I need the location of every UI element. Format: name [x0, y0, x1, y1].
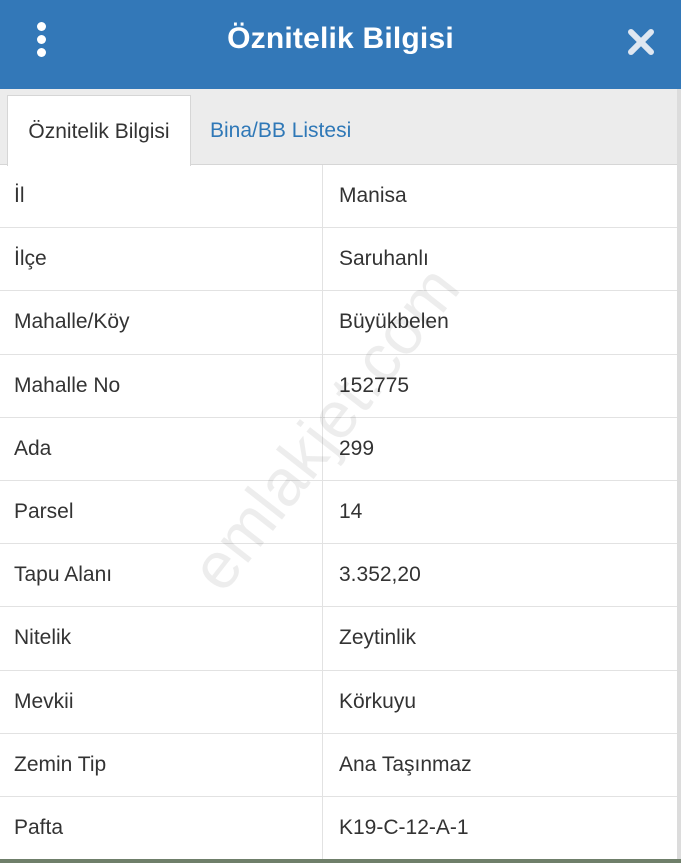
- row-label: Tapu Alanı: [14, 563, 113, 587]
- row-value: Körkuyu: [322, 670, 672, 733]
- table-row: Ada 299: [0, 417, 681, 481]
- tab-oznitelik-bilgisi[interactable]: Öznitelik Bilgisi: [7, 95, 191, 166]
- row-label: Zemin Tip: [14, 752, 107, 776]
- row-value: Büyükbelen: [322, 291, 672, 354]
- row-label: Mevkii: [14, 689, 74, 713]
- table-row: İlçe Saruhanlı: [0, 228, 681, 292]
- row-value: Zeytinlik: [322, 607, 672, 670]
- row-value: K19-C-12-A-1: [322, 796, 672, 861]
- row-value: 299: [322, 417, 672, 480]
- row-label: Ada: [14, 436, 52, 460]
- attribute-table: İl Manisa İlçe Saruhanlı Mahalle/Köy Büy…: [0, 165, 681, 861]
- app-header: Öznitelik Bilgisi: [0, 0, 681, 89]
- row-label: Mahalle/Köy: [14, 310, 130, 334]
- table-row: Zemin Tip Ana Taşınmaz: [0, 733, 681, 797]
- tab-bar: Öznitelik Bilgisi Bina/BB Listesi: [0, 89, 681, 166]
- scroll-edge: [677, 89, 681, 863]
- row-value: 152775: [322, 354, 672, 417]
- table-row: Mevkii Körkuyu: [0, 670, 681, 734]
- row-value: Ana Taşınmaz: [322, 733, 672, 796]
- table-row: Pafta K19-C-12-A-1: [0, 796, 681, 861]
- table-row: Mahalle/Köy Büyükbelen: [0, 291, 681, 355]
- bottom-divider: [0, 859, 681, 863]
- row-label: Parsel: [14, 500, 74, 524]
- row-value: Manisa: [322, 165, 672, 228]
- table-row: Tapu Alanı 3.352,20: [0, 544, 681, 608]
- row-label: İlçe: [14, 247, 47, 271]
- close-icon[interactable]: [625, 26, 657, 58]
- row-value: 14: [322, 480, 672, 544]
- table-row: Parsel 14: [0, 480, 681, 545]
- table-row: Nitelik Zeytinlik: [0, 607, 681, 671]
- table-row: Mahalle No 152775: [0, 354, 681, 418]
- page-title: Öznitelik Bilgisi: [227, 22, 454, 55]
- row-value: Saruhanlı: [322, 228, 672, 291]
- row-label: Pafta: [14, 816, 64, 840]
- table-row: İl Manisa: [0, 165, 681, 229]
- row-label: İl: [14, 184, 25, 208]
- tab-bina-bb-listesi[interactable]: Bina/BB Listesi: [210, 95, 351, 166]
- row-label: Mahalle No: [14, 373, 121, 397]
- row-value: 3.352,20: [322, 544, 672, 607]
- row-label: Nitelik: [14, 626, 72, 650]
